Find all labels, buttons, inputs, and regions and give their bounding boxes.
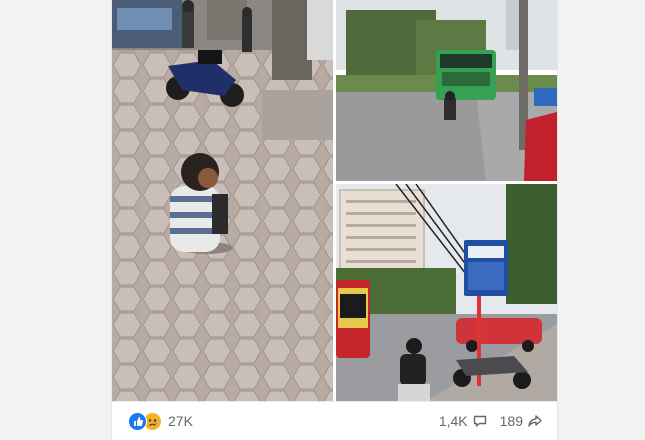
comments-stat[interactable]: 1,4K xyxy=(439,413,488,429)
photo-street-with-green-bus[interactable] xyxy=(336,0,557,181)
comments-count: 1,4K xyxy=(438,413,468,429)
post-card: 27K 1,4K 189 xyxy=(112,0,557,440)
post-stats-bar: 27K 1,4K 189 xyxy=(112,401,557,440)
comment-icon xyxy=(473,415,486,427)
shares-count: 189 xyxy=(499,413,523,429)
photo-man-sitting-on-sidewalk[interactable] xyxy=(112,0,333,401)
photo-bus-stop-sign-street[interactable] xyxy=(336,184,557,401)
engagement-stats: 1,4K 189 xyxy=(427,413,543,429)
reactions-summary[interactable]: 27K xyxy=(128,411,193,431)
reactions-count: 27K xyxy=(168,413,193,429)
shares-stat[interactable]: 189 xyxy=(500,413,543,429)
like-icon xyxy=(128,411,147,431)
share-icon xyxy=(528,415,542,427)
